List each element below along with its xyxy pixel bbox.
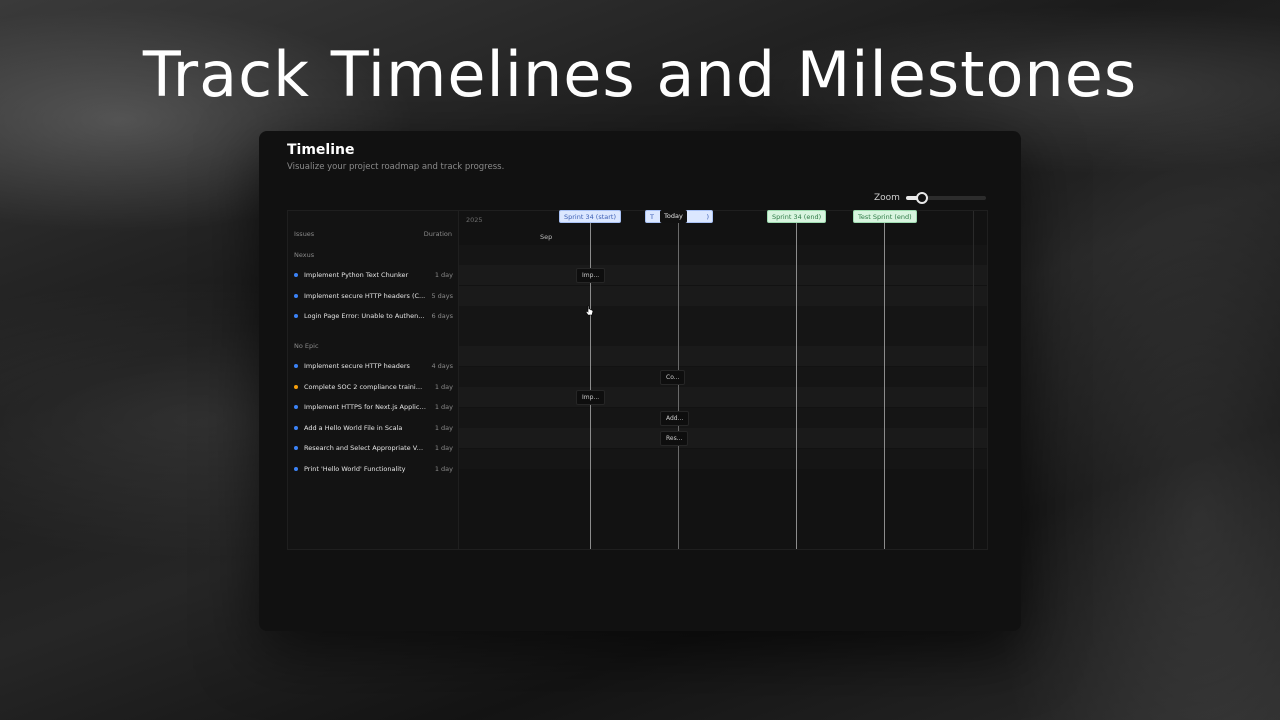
timeline-chart: 2025 Sep Imp... Co... Imp... Add... Res.… — [459, 211, 987, 549]
issue-duration: 6 days — [431, 312, 453, 320]
issues-header: Issues — [294, 230, 315, 238]
chart-row — [459, 306, 987, 326]
chart-row — [459, 346, 987, 366]
zoom-control: Zoom — [874, 192, 986, 204]
zoom-label: Zoom — [874, 193, 900, 203]
chart-row — [459, 408, 987, 428]
timeline-grid: Issues Duration Nexus Implement Python T… — [287, 210, 988, 550]
status-dot-icon — [294, 405, 298, 409]
issue-row[interactable]: Print 'Hello World' Functionality 1 day — [288, 459, 459, 479]
status-dot-icon — [294, 446, 298, 450]
issue-name: Implement secure HTTP headers (C... — [304, 292, 426, 300]
duration-header: Duration — [423, 230, 452, 238]
chart-row — [459, 367, 987, 387]
sprint-end-line — [796, 211, 797, 549]
chart-edge-line — [973, 211, 974, 549]
issue-name: Complete SOC 2 compliance training. — [304, 383, 426, 391]
status-dot-icon — [294, 385, 298, 389]
zoom-slider-thumb[interactable] — [915, 192, 928, 204]
issue-bar[interactable]: Res... — [660, 431, 689, 446]
milestone-test-sprint-end[interactable]: Test Sprint (end) — [853, 210, 917, 223]
sprint-start-line — [590, 211, 591, 549]
issue-duration: 5 days — [431, 292, 453, 300]
page-title: Timeline — [287, 142, 355, 158]
issue-row[interactable]: Research and Select Appropriate Ve... 1 … — [288, 438, 459, 458]
issue-row[interactable]: Implement Python Text Chunker 1 day — [288, 265, 459, 285]
issue-row[interactable]: Add a Hello World File in Scala 1 day — [288, 418, 459, 438]
issue-name: Research and Select Appropriate Ve... — [304, 444, 426, 452]
issue-duration: 1 day — [434, 383, 453, 391]
chart-row — [459, 286, 987, 306]
status-dot-icon — [294, 273, 298, 277]
status-dot-icon — [294, 294, 298, 298]
issue-name: Print 'Hello World' Functionality — [304, 465, 406, 473]
status-dot-icon — [294, 467, 298, 471]
issue-name: Login Page Error: Unable to Authen... — [304, 312, 425, 320]
issue-bar[interactable]: Add... — [660, 411, 690, 426]
milestone-sprint34-end[interactable]: Sprint 34 (end) — [767, 210, 827, 223]
issue-duration: 1 day — [434, 424, 453, 432]
status-dot-icon — [294, 314, 298, 318]
page-subtitle: Visualize your project roadmap and track… — [287, 162, 505, 172]
month-label: Sep — [540, 233, 553, 241]
issue-name: Implement HTTPS for Next.js Applica... — [304, 403, 426, 411]
chart-row — [459, 245, 987, 265]
issue-duration: 1 day — [434, 271, 453, 279]
hero-title: Track Timelines and Milestones — [142, 38, 1138, 111]
issue-row[interactable]: Login Page Error: Unable to Authen... 6 … — [288, 306, 459, 326]
chart-row — [459, 326, 987, 346]
timeline-panel: Timeline Visualize your project roadmap … — [259, 131, 1021, 631]
issue-duration: 1 day — [434, 465, 453, 473]
group-label-nexus: Nexus — [294, 251, 315, 259]
status-dot-icon — [294, 364, 298, 368]
issue-row[interactable]: Implement secure HTTP headers (C... 5 da… — [288, 286, 459, 306]
issue-bar[interactable]: Co... — [660, 370, 686, 385]
chart-row — [459, 265, 987, 285]
chart-row — [459, 428, 987, 448]
issue-duration: 4 days — [431, 362, 453, 370]
year-label: 2025 — [466, 216, 483, 224]
zoom-slider[interactable] — [905, 192, 986, 204]
issues-column: Issues Duration Nexus Implement Python T… — [288, 211, 459, 549]
issue-bar[interactable]: Imp... — [576, 390, 606, 405]
issue-row[interactable]: Implement secure HTTP headers 4 days — [288, 356, 459, 376]
hand-cursor-icon — [585, 305, 594, 316]
milestone-sprint34-start[interactable]: Sprint 34 (start) — [559, 210, 622, 223]
test-sprint-end-line — [884, 211, 885, 549]
issue-name: Add a Hello World File in Scala — [304, 424, 403, 432]
milestone-hidden-left: T — [650, 213, 654, 221]
issue-name: Implement secure HTTP headers — [304, 362, 410, 370]
chart-row — [459, 449, 987, 469]
group-label-no-epic: No Epic — [294, 342, 319, 350]
milestone-hidden-right: ) — [706, 213, 709, 221]
issue-bar[interactable]: Imp... — [576, 268, 606, 283]
issue-duration: 1 day — [434, 444, 453, 452]
chart-row — [459, 387, 987, 407]
issue-duration: 1 day — [434, 403, 453, 411]
issue-row[interactable]: Complete SOC 2 compliance training. 1 da… — [288, 377, 459, 397]
today-marker[interactable]: Today — [660, 210, 687, 223]
status-dot-icon — [294, 426, 298, 430]
issue-name: Implement Python Text Chunker — [304, 271, 409, 279]
issue-row[interactable]: Implement HTTPS for Next.js Applica... 1… — [288, 397, 459, 417]
